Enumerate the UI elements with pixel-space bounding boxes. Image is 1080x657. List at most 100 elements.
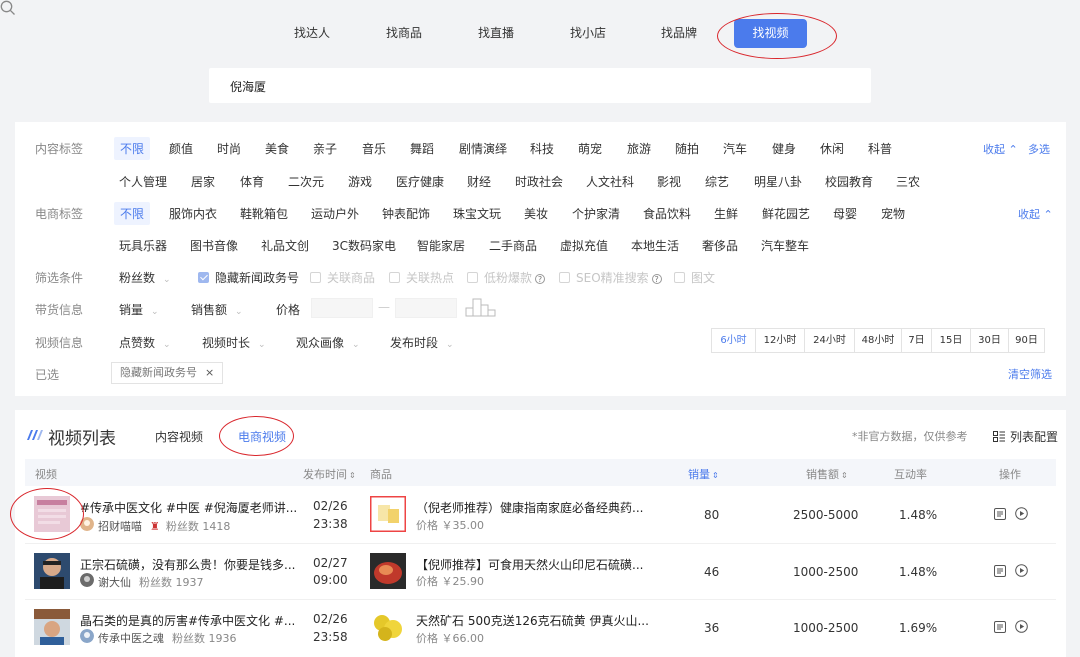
ecom-tag[interactable]: 母婴	[833, 205, 857, 222]
content-tag[interactable]: 居家	[191, 173, 215, 190]
tab-find-video[interactable]: 找视频	[734, 19, 807, 48]
time-option[interactable]: 12小时	[755, 329, 804, 352]
content-tag[interactable]: 汽车	[723, 140, 747, 157]
content-tags-collapse[interactable]: 收起 ⌃	[983, 141, 1018, 157]
price-histogram-icon[interactable]	[465, 297, 497, 317]
time-option[interactable]: 6小时	[712, 329, 755, 352]
ecom-tag[interactable]: 3C数码家电	[332, 237, 396, 254]
content-tag[interactable]: 个人管理	[119, 173, 167, 190]
content-tag[interactable]: 音乐	[362, 140, 386, 157]
video-thumbnail[interactable]	[34, 609, 70, 645]
content-tag[interactable]: 随拍	[675, 140, 699, 157]
ecom-tag[interactable]: 珠宝文玩	[453, 205, 501, 222]
duration-dropdown[interactable]: 视频时长 ⌄	[202, 334, 266, 351]
ecom-tag[interactable]: 运动户外	[311, 205, 359, 222]
ecom-tag[interactable]: 生鲜	[714, 205, 738, 222]
ecom-tag[interactable]: 鲜花园艺	[762, 205, 810, 222]
sales-dropdown[interactable]: 销量 ⌄	[119, 301, 159, 318]
audience-dropdown[interactable]: 观众画像 ⌄	[296, 334, 360, 351]
content-tag[interactable]: 舞蹈	[410, 140, 434, 157]
content-tag-any[interactable]: 不限	[114, 137, 151, 160]
content-tag[interactable]: 美食	[265, 140, 289, 157]
ecom-tag-any[interactable]: 不限	[114, 202, 151, 225]
checkbox-low-fan-hit[interactable]: 低粉爆款?	[467, 269, 546, 286]
video-thumbnail[interactable]	[34, 496, 70, 532]
content-tag[interactable]: 旅游	[627, 140, 651, 157]
content-tag[interactable]: 时尚	[217, 140, 241, 157]
tab-find-product[interactable]: 找商品	[386, 24, 422, 41]
ecom-tag[interactable]: 二手商品	[489, 237, 537, 254]
author-name[interactable]: 谢大仙	[98, 576, 131, 589]
content-tag[interactable]: 人文社科	[586, 173, 634, 190]
close-icon[interactable]: ×	[205, 366, 214, 379]
ecom-tag[interactable]: 食品饮料	[643, 205, 691, 222]
detail-icon[interactable]	[994, 621, 1006, 633]
fans-dropdown[interactable]: 粉丝数 ⌄	[119, 269, 171, 286]
play-icon[interactable]	[1015, 564, 1028, 577]
product-title[interactable]: 天然矿石 500克送126克石硫黄 伊真火山...	[416, 612, 649, 629]
publish-slot-dropdown[interactable]: 发布时段 ⌄	[390, 334, 454, 351]
ecom-tag[interactable]: 虚拟充值	[560, 237, 608, 254]
ecom-tag[interactable]: 服饰内衣	[169, 205, 217, 222]
price-min-input[interactable]	[311, 298, 373, 318]
content-tag[interactable]: 二次元	[288, 173, 324, 190]
ecom-tag[interactable]: 奢侈品	[702, 237, 738, 254]
checkbox-hide-news[interactable]: 隐藏新闻政务号	[198, 269, 299, 286]
revenue-dropdown[interactable]: 销售额 ⌄	[191, 301, 243, 318]
ecom-tag[interactable]: 个护家清	[572, 205, 620, 222]
time-option[interactable]: 48小时	[854, 329, 901, 352]
ecom-tag[interactable]: 智能家居	[417, 237, 465, 254]
content-tag[interactable]: 影视	[657, 173, 681, 190]
content-tag[interactable]: 时政社会	[515, 173, 563, 190]
help-icon[interactable]: ?	[651, 274, 662, 284]
ecom-tag[interactable]: 汽车整车	[761, 237, 809, 254]
ecom-tag[interactable]: 图书音像	[190, 237, 238, 254]
col-sales[interactable]: 销量 ⇕	[688, 466, 719, 482]
col-revenue[interactable]: 销售额 ⇕	[806, 466, 848, 482]
tab-find-shop[interactable]: 找小店	[570, 24, 606, 41]
time-option[interactable]: 7日	[901, 329, 931, 352]
content-tag[interactable]: 三农	[896, 173, 920, 190]
content-tag[interactable]: 明星八卦	[754, 173, 802, 190]
play-icon[interactable]	[1015, 507, 1028, 520]
content-tag[interactable]: 综艺	[705, 173, 729, 190]
tab-content-video[interactable]: 内容视频	[155, 428, 203, 445]
ecom-tag[interactable]: 钟表配饰	[382, 205, 430, 222]
content-tag[interactable]: 科技	[530, 140, 554, 157]
price-max-input[interactable]	[395, 298, 457, 318]
tab-find-influencer[interactable]: 找达人	[294, 24, 330, 41]
checkbox-linked-trend[interactable]: 关联热点	[389, 269, 454, 286]
video-title[interactable]: 晶石类的是真的厉害#传承中医文化 #...	[80, 612, 295, 629]
ecom-tag[interactable]: 美妆	[524, 205, 548, 222]
ecom-tag[interactable]: 玩具乐器	[119, 237, 167, 254]
ecom-tags-collapse[interactable]: 收起 ⌃	[1018, 206, 1053, 222]
video-title[interactable]: #传承中医文化 #中医 #倪海厦老师讲...	[80, 499, 297, 516]
content-tag[interactable]: 萌宠	[578, 140, 602, 157]
product-title[interactable]: 【倪师推荐】可食用天然火山印尼石硫磺...	[416, 556, 643, 573]
play-icon[interactable]	[1015, 620, 1028, 633]
ecom-tag[interactable]: 宠物	[881, 205, 905, 222]
time-option[interactable]: 15日	[931, 329, 970, 352]
content-tags-multiselect[interactable]: 多选	[1028, 141, 1050, 157]
video-title[interactable]: 正宗石硫磺，没有那么贵！你要是钱多...	[80, 556, 295, 573]
time-option[interactable]: 90日	[1008, 329, 1044, 352]
content-tag[interactable]: 财经	[467, 173, 491, 190]
product-thumbnail[interactable]	[370, 496, 406, 532]
tab-ecom-video[interactable]: 电商视频	[238, 428, 286, 445]
content-tag[interactable]: 健身	[772, 140, 796, 157]
content-tag[interactable]: 亲子	[313, 140, 337, 157]
product-thumbnail[interactable]	[370, 553, 406, 589]
content-tag[interactable]: 游戏	[348, 173, 372, 190]
tab-find-live[interactable]: 找直播	[478, 24, 514, 41]
time-option[interactable]: 24小时	[804, 329, 854, 352]
ecom-tag[interactable]: 礼品文创	[261, 237, 309, 254]
detail-icon[interactable]	[994, 508, 1006, 520]
help-icon[interactable]: ?	[535, 274, 546, 284]
content-tag[interactable]: 体育	[240, 173, 264, 190]
col-publish-time[interactable]: 发布时间 ⇕	[303, 466, 356, 482]
content-tag[interactable]: 休闲	[820, 140, 844, 157]
clear-filters-link[interactable]: 清空筛选	[1008, 366, 1052, 382]
search-input[interactable]	[230, 76, 810, 96]
checkbox-linked-product[interactable]: 关联商品	[310, 269, 375, 286]
likes-dropdown[interactable]: 点赞数 ⌄	[119, 334, 171, 351]
